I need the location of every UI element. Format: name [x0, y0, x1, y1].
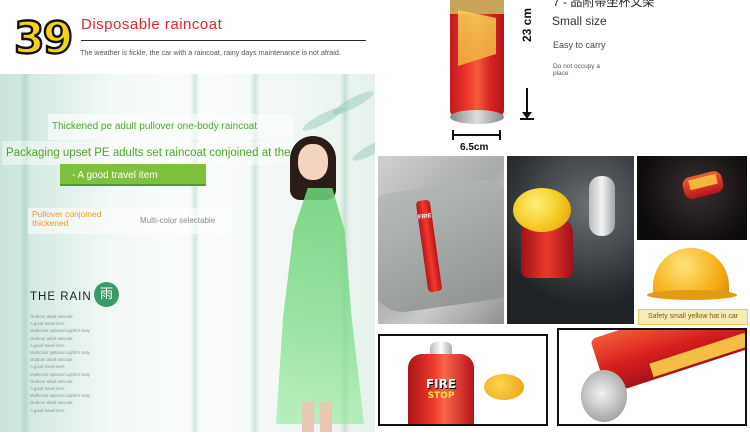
bamboo-leaf — [300, 103, 346, 135]
product-title: Disposable raincoat — [81, 16, 223, 33]
list-item: Multicolor optional Lightfor sixty — [30, 371, 90, 377]
list-item: Outdoor adult raincoat — [30, 400, 73, 406]
extinguisher-base — [450, 110, 504, 124]
green-raincoat — [276, 188, 364, 424]
yellow-lid — [484, 374, 524, 400]
fire-stop-can-photo: FIRE STOP — [378, 334, 548, 426]
list-item: Outdoor adult raincoat — [30, 378, 73, 384]
rain-badge-icon: 雨 — [94, 282, 119, 307]
small-size-heading: Small size — [552, 14, 607, 28]
list-item: Multicolor optional Lightfor sixty — [30, 393, 90, 399]
easy-carry-text: Easy to carry — [553, 40, 606, 50]
bottom-margin — [0, 432, 375, 439]
bamboo-stalk — [20, 74, 30, 432]
raincoat-photo: Thickened pe adult pullover one-body rai… — [0, 74, 375, 432]
multicolor-note: Multi-color selectable — [136, 208, 232, 234]
car-seat-photo: FIRE — [378, 156, 504, 324]
product-detail-page: 39 Disposable raincoat The weather is fi… — [0, 0, 750, 439]
height-arrow-icon — [526, 88, 528, 114]
item-number-badge: 39 — [13, 13, 75, 64]
gear-knob — [589, 176, 615, 236]
arrow-cap — [520, 118, 534, 120]
cupholder-photo — [637, 156, 747, 240]
list-item: Outdoor adult raincoat — [30, 357, 73, 363]
title-underline — [81, 40, 366, 41]
rain-section-title: THE RAIN — [30, 291, 92, 303]
list-item: A good travel item — [30, 321, 65, 327]
product-description: The weather is fickle, the car with a ra… — [80, 48, 341, 57]
feature-title-cn: 7 - 品附帯坐杯文架 — [553, 0, 655, 9]
fire-label: FIRE — [425, 377, 457, 391]
yellow-cap — [513, 188, 571, 232]
list-item: A good travel item — [30, 342, 65, 348]
pullover-note: Pullover conjoined thickened — [28, 208, 138, 234]
hat-caption: Safety small yellow hat in car — [638, 309, 748, 325]
gear-shift-photo — [507, 156, 634, 324]
hardhat-brim — [647, 290, 737, 300]
no-space-text: Do not occupy a place — [553, 63, 600, 77]
list-item: Multicolor optional Lightfor sixty — [30, 328, 90, 334]
car-seat — [378, 176, 504, 316]
can-bottom — [581, 370, 627, 422]
feature-chip-thickened: Thickened pe adult pullover one-body rai… — [48, 114, 293, 140]
rain-feature-list: Outdoor adult raincoat A good travel ite… — [30, 313, 90, 414]
width-arrow-cap-right — [499, 130, 501, 140]
list-item: Outdoor adult raincoat — [30, 314, 73, 319]
list-item: A good travel item — [30, 386, 65, 392]
raincoat-header: 39 Disposable raincoat The weather is fi… — [0, 0, 375, 74]
list-item: A good travel item — [30, 407, 65, 413]
list-item: Multicolor optional Lightfor sixty — [30, 350, 90, 356]
height-dimension-label: 23 cm — [520, 7, 534, 42]
feature-chip-travel: - A good travel item — [60, 164, 206, 186]
model-face — [298, 144, 328, 180]
model-in-raincoat — [268, 136, 368, 432]
can-closeup-photo — [557, 328, 747, 426]
width-arrow-icon — [454, 134, 500, 136]
stop-label: STOP — [427, 391, 455, 401]
list-item: A good travel item — [30, 364, 65, 370]
width-dimension-label: 6.5cm — [460, 142, 489, 153]
list-item: Outdoor adult raincoat — [30, 335, 73, 341]
model-legs — [302, 402, 332, 432]
